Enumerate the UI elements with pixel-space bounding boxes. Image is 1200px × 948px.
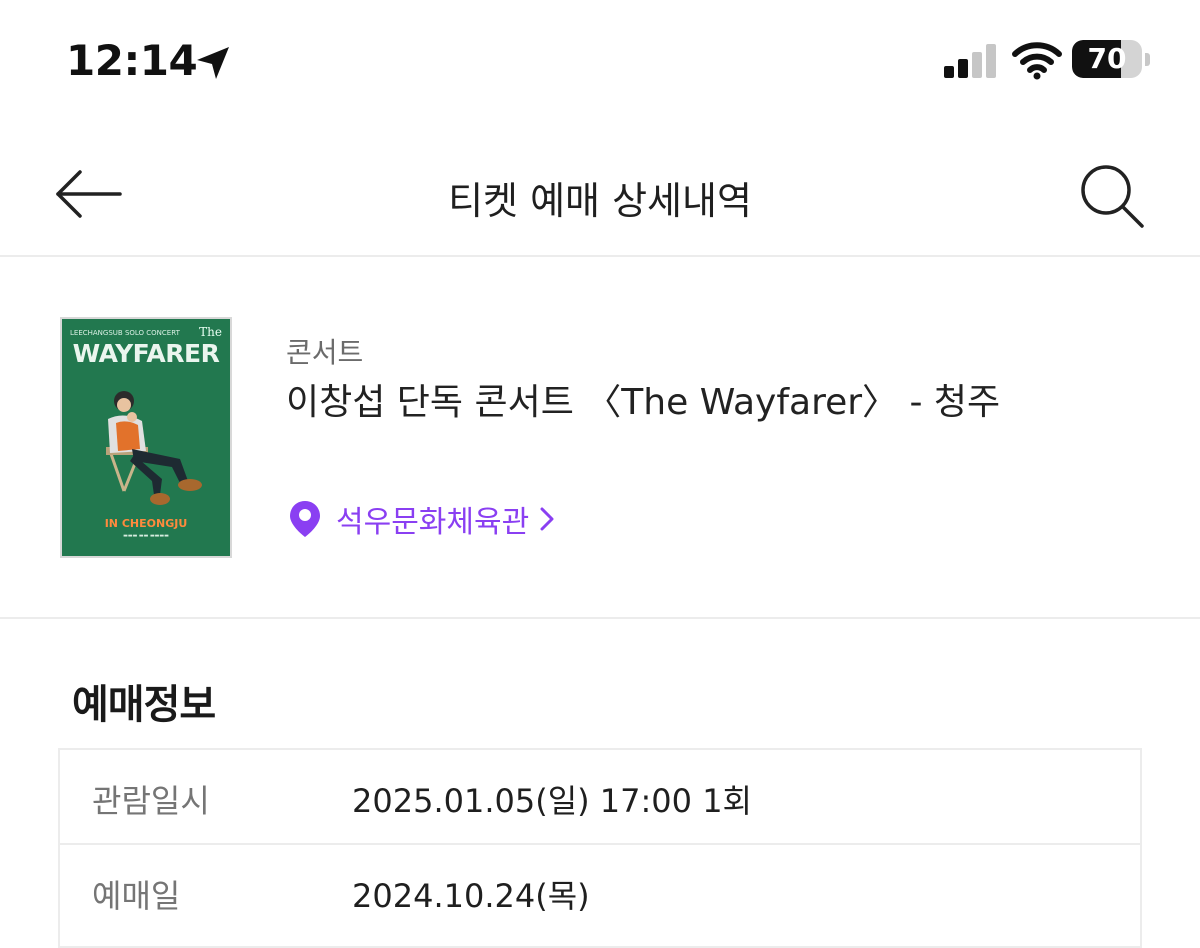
poster-subtitle: IN CHEONGJU: [104, 517, 188, 530]
event-poster[interactable]: LEECHANGSUB SOLO CONCERT The WAYFARER IN…: [60, 317, 232, 558]
table-row: 예매일 2024.10.24(목): [60, 845, 1140, 940]
top-nav-bar: 티켓 예매 상세내역: [0, 120, 1200, 257]
signal-icon: [944, 44, 1002, 82]
info-label-booking-date: 예매일: [92, 877, 181, 915]
search-button[interactable]: [1074, 160, 1154, 240]
info-value-viewing-datetime: 2025.01.05(일) 17:00 1회: [352, 782, 752, 820]
info-value-booking-date: 2024.10.24(목): [352, 877, 590, 915]
battery-body: 70: [1072, 40, 1142, 78]
venue-name: 석우문화체육관: [336, 505, 530, 540]
wifi-icon: [1012, 40, 1062, 84]
poster-detail-lines: ▬▬▬ ▬▬ ▬▬▬▬: [123, 533, 169, 539]
venue-link[interactable]: 석우문화체육관: [288, 499, 555, 540]
search-icon: [1081, 165, 1144, 228]
map-pin-icon: [290, 501, 320, 537]
booking-info-table: 관람일시 2025.01.05(일) 17:00 1회 예매일 2024.10.…: [58, 748, 1142, 948]
page-title: 티켓 예매 상세내역: [448, 179, 752, 223]
battery-percent: 70: [1087, 42, 1127, 75]
battery-tip: [1145, 53, 1150, 66]
location-arrow-icon: [194, 44, 232, 86]
booking-info-heading: 예매정보: [72, 682, 216, 728]
status-time: 12:14: [66, 36, 198, 85]
battery-icon: 70: [1072, 40, 1152, 80]
event-summary: LEECHANGSUB SOLO CONCERT The WAYFARER IN…: [0, 259, 1200, 619]
event-title: 이창섭 단독 콘서트 〈The Wayfarer〉 - 청주: [286, 382, 1001, 423]
table-row: 관람일시 2025.01.05(일) 17:00 1회: [60, 750, 1140, 845]
status-bar: 12:14 70: [0, 0, 1200, 120]
event-category: 콘서트: [286, 336, 364, 369]
chevron-right-icon: [540, 507, 554, 531]
info-label-viewing-datetime: 관람일시: [92, 782, 210, 820]
